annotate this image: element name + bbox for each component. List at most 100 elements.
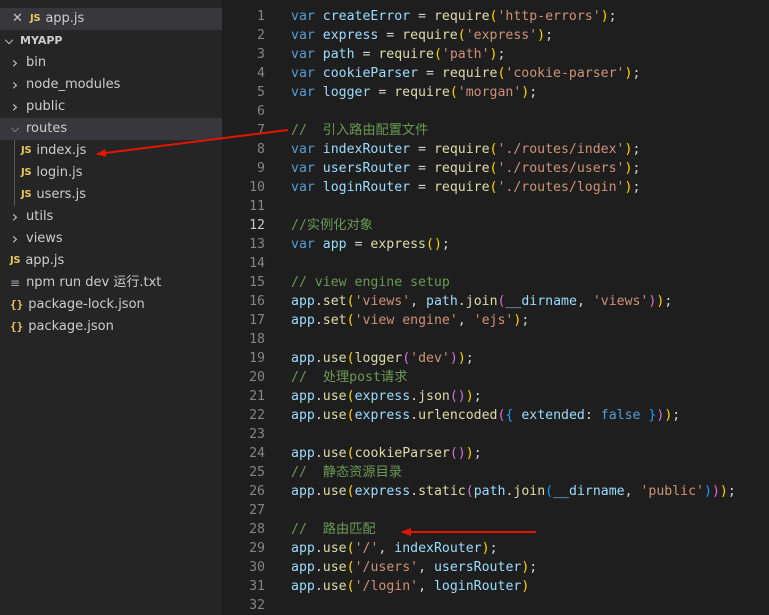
code-text: var loginRouter = require('./routes/logi… [291,180,641,195]
line-number: 25 [249,465,265,480]
code-line[interactable]: 19 app.use(logger('dev')); [222,349,769,368]
code-line[interactable]: 23 [222,425,769,444]
code-line[interactable]: 3 var path = require('path'); [222,45,769,64]
line-number: 15 [249,275,265,290]
code-editor[interactable]: 1 var createError = require('http-errors'… [222,0,769,615]
code-line[interactable]: 21 app.use(express.json()); [222,387,769,406]
file-index-js[interactable]: JS index.js [0,140,222,162]
file-npm-run-dev-txt[interactable]: ≡ npm run dev 运行.txt [0,272,222,294]
line-number: 23 [249,427,265,442]
line-number: 22 [249,408,265,423]
code-text: var logger = require('morgan'); [291,85,538,100]
close-icon[interactable]: ✕ [12,8,30,30]
code-line[interactable]: 1 var createError = require('http-errors'… [222,7,769,26]
code-line[interactable]: 16 app.set('views', path.join(__dirname, … [222,292,769,311]
line-number: 16 [249,294,265,309]
line-number: 28 [249,522,265,537]
code-line[interactable]: 9 var usersRouter = require('./routes/use… [222,159,769,178]
line-number: 32 [249,598,265,613]
line-number: 3 [257,47,265,62]
file-package-lock-json[interactable]: {} package-lock.json [0,294,222,316]
code-line[interactable]: 20 // 处理post请求 [222,368,769,387]
folder-node_modules[interactable]: › node_modules [0,74,222,96]
code-text: //实例化对象 [291,218,373,233]
code-line[interactable]: 6 [222,102,769,121]
tree-item-label: users.js [36,187,86,202]
code-line[interactable]: 12 //实例化对象 [222,216,769,235]
code-text: var cookieParser = require('cookie-parse… [291,66,641,81]
file-package-json[interactable]: {} package.json [0,316,222,338]
js-file-icon: JS [21,189,32,200]
code-text: app.use('/login', loginRouter) [291,579,530,594]
file-tree: › bin › node_modules › public ⌵ routes JS index.j… [0,52,222,338]
code-line[interactable]: 28 // 路由匹配 [222,520,769,539]
code-line[interactable]: 7 // 引入路由配置文件 [222,121,769,140]
code-text: app.set('views', path.join(__dirname, 'v… [291,294,673,309]
code-text: var createError = require('http-errors')… [291,9,617,24]
folder-public[interactable]: › public [0,96,222,118]
line-number: 18 [249,332,265,347]
line-number: 19 [249,351,265,366]
code-line[interactable]: 27 [222,501,769,520]
tree-item-label: bin [26,55,47,70]
line-number: 9 [257,161,265,176]
code-text: // 处理post请求 [291,370,408,385]
line-number: 2 [257,28,265,43]
code-line[interactable]: 13 var app = express(); [222,235,769,254]
code-line[interactable]: 30 app.use('/users', usersRouter); [222,558,769,577]
folder-bin[interactable]: › bin [0,52,222,74]
open-editors-header[interactable] [0,0,222,8]
line-number: 24 [249,446,265,461]
code-line[interactable]: 26 app.use(express.static(path.join(__dir… [222,482,769,501]
code-text: app.use('/users', usersRouter); [291,560,538,575]
code-line[interactable]: 17 app.set('view engine', 'ejs'); [222,311,769,330]
code-line[interactable]: 11 [222,197,769,216]
code-line[interactable]: 24 app.use(cookieParser()); [222,444,769,463]
code-line[interactable]: 18 [222,330,769,349]
code-line[interactable]: 25 // 静态资源目录 [222,463,769,482]
open-editor-item[interactable]: ✕ JS app.js [0,8,222,30]
tree-item-label: package.json [28,319,114,334]
code-text: var path = require('path'); [291,47,506,62]
code-line[interactable]: 15 // view engine setup [222,273,769,292]
line-number: 29 [249,541,265,556]
code-line[interactable]: 10 var loginRouter = require('./routes/lo… [222,178,769,197]
chevron-right-icon: › [11,97,19,116]
file-users-js[interactable]: JS users.js [0,184,222,206]
code-text: // view engine setup [291,275,450,290]
code-text: app.use(express.static(path.join(__dirna… [291,484,736,499]
code-line[interactable]: 31 app.use('/login', loginRouter) [222,577,769,596]
explorer-sidebar: ✕ JS app.js ⌵ MYAPP › bin › node_modules › pu… [0,0,222,615]
project-header[interactable]: ⌵ MYAPP [0,30,222,52]
chevron-right-icon: › [11,75,19,94]
folder-utils[interactable]: › utils [0,206,222,228]
js-file-icon: JS [21,145,32,156]
json-file-icon: {} [10,298,24,311]
code-line[interactable]: 2 var express = require('express'); [222,26,769,45]
tree-item-label: npm run dev 运行.txt [26,275,162,290]
file-app-js[interactable]: JS app.js [0,250,222,272]
line-number: 12 [249,218,265,233]
code-line[interactable]: 5 var logger = require('morgan'); [222,83,769,102]
code-line[interactable]: 22 app.use(express.urlencoded({ extended:… [222,406,769,425]
tree-item-label: app.js [25,253,65,268]
line-number: 1 [257,9,265,24]
folder-routes[interactable]: ⌵ routes [0,118,222,140]
text-file-icon: ≡ [10,276,21,290]
json-file-icon: {} [10,320,24,333]
code-line[interactable]: 32 [222,596,769,615]
tree-item-label: public [26,99,66,114]
code-line[interactable]: 4 var cookieParser = require('cookie-pars… [222,64,769,83]
file-login-js[interactable]: JS login.js [0,162,222,184]
line-number: 26 [249,484,265,499]
tree-item-label: package-lock.json [28,297,145,312]
code-line[interactable]: 29 app.use('/', indexRouter); [222,539,769,558]
code-text: app.set('view engine', 'ejs'); [291,313,530,328]
line-number: 27 [249,503,265,518]
chevron-down-icon: ⌵ [10,122,20,135]
tree-item-label: routes [26,121,68,136]
folder-views[interactable]: › views [0,228,222,250]
line-number: 13 [249,237,265,252]
code-line[interactable]: 14 [222,254,769,273]
code-line[interactable]: 8 var indexRouter = require('./routes/ind… [222,140,769,159]
